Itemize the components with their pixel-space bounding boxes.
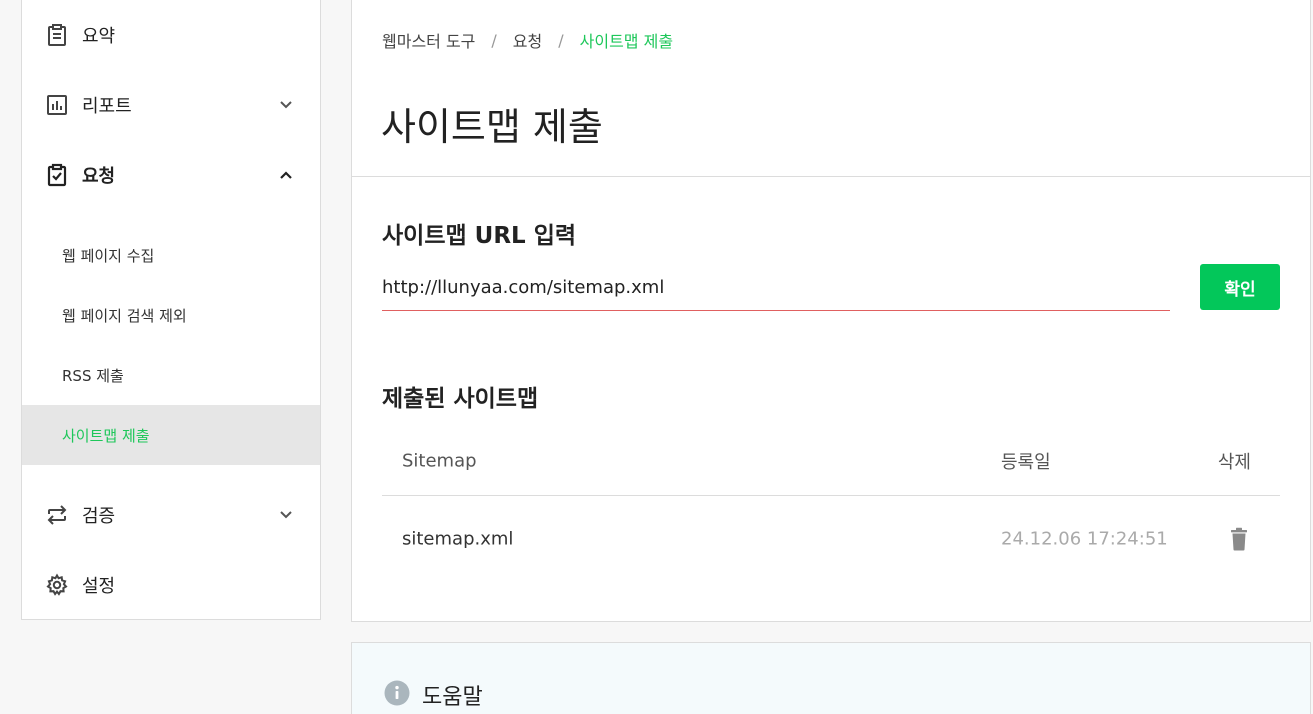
sidebar-subitem-label: 사이트맵 제출 [62, 426, 150, 445]
page-title: 사이트맵 제출 [381, 105, 603, 149]
main-panel: 웹마스터 도구 / 요청 / 사이트맵 제출 사이트맵 제출 사이트맵 URL … [351, 0, 1311, 622]
chevron-up-icon [276, 165, 296, 185]
info-icon [384, 680, 410, 710]
chevron-down-icon [276, 95, 296, 115]
sidebar-item-settings[interactable]: 설정 [22, 550, 320, 620]
gear-icon [44, 572, 70, 598]
column-header-delete: 삭제 [1217, 451, 1251, 473]
swap-arrows-icon [44, 502, 70, 528]
sidebar-item-label: 요약 [82, 26, 116, 47]
sitemap-table: Sitemap 등록일 삭제 sitemap.xml 24.12.06 17:2… [382, 426, 1280, 582]
sidebar: 요약 리포트 요청 웹 페이지 수집 웹 페이지 검색 제외 RSS 제출 사이… [21, 0, 321, 620]
sidebar-item-summary[interactable]: 요약 [22, 0, 320, 70]
sidebar-subitem-page-crawl[interactable]: 웹 페이지 수집 [22, 225, 320, 285]
breadcrumb: 웹마스터 도구 / 요청 / 사이트맵 제출 [382, 28, 673, 52]
sidebar-subitem-label: RSS 제출 [62, 366, 124, 385]
sidebar-subitem-sitemap[interactable]: 사이트맵 제출 [22, 405, 320, 465]
breadcrumb-separator: / [491, 30, 497, 50]
divider [352, 176, 1310, 177]
submitted-section-title: 제출된 사이트맵 [382, 386, 539, 412]
breadcrumb-item-current: 사이트맵 제출 [579, 32, 674, 51]
help-title: 도움말 [422, 685, 483, 710]
sitemap-date: 24.12.06 17:24:51 [1001, 528, 1168, 550]
sidebar-item-label: 요청 [82, 166, 116, 187]
sidebar-item-label: 설정 [82, 576, 116, 597]
sidebar-item-request[interactable]: 요청 [22, 140, 320, 210]
column-header-sitemap: Sitemap [402, 450, 477, 471]
confirm-button[interactable]: 확인 [1200, 264, 1280, 310]
breadcrumb-item-request[interactable]: 요청 [513, 28, 542, 52]
sitemap-name: sitemap.xml [402, 528, 514, 550]
clipboard-check-icon [44, 162, 70, 188]
column-header-date: 등록일 [1001, 451, 1051, 473]
table-row: sitemap.xml 24.12.06 17:24:51 [382, 496, 1280, 582]
sidebar-subitem-rss[interactable]: RSS 제출 [22, 345, 320, 405]
breadcrumb-item-webmaster[interactable]: 웹마스터 도구 [382, 28, 475, 52]
chevron-down-icon [276, 505, 296, 525]
help-panel: 도움말 [351, 642, 1311, 714]
clipboard-icon [44, 22, 70, 48]
table-header-row: Sitemap 등록일 삭제 [382, 426, 1280, 496]
sidebar-item-label: 검증 [82, 506, 116, 527]
sidebar-subitem-label: 웹 페이지 수집 [62, 246, 155, 265]
breadcrumb-separator: / [558, 30, 564, 50]
sidebar-item-label: 리포트 [82, 96, 132, 117]
url-section-title: 사이트맵 URL 입력 [382, 223, 577, 249]
bar-chart-icon [44, 92, 70, 118]
sidebar-subitem-page-exclude[interactable]: 웹 페이지 검색 제외 [22, 285, 320, 345]
sitemap-url-input[interactable] [382, 264, 1170, 311]
sidebar-item-report[interactable]: 리포트 [22, 70, 320, 140]
sidebar-subitem-label: 웹 페이지 검색 제외 [62, 306, 187, 325]
help-header: 도움말 [384, 679, 483, 711]
trash-icon[interactable] [1226, 526, 1252, 552]
sidebar-item-verify[interactable]: 검증 [22, 480, 320, 550]
